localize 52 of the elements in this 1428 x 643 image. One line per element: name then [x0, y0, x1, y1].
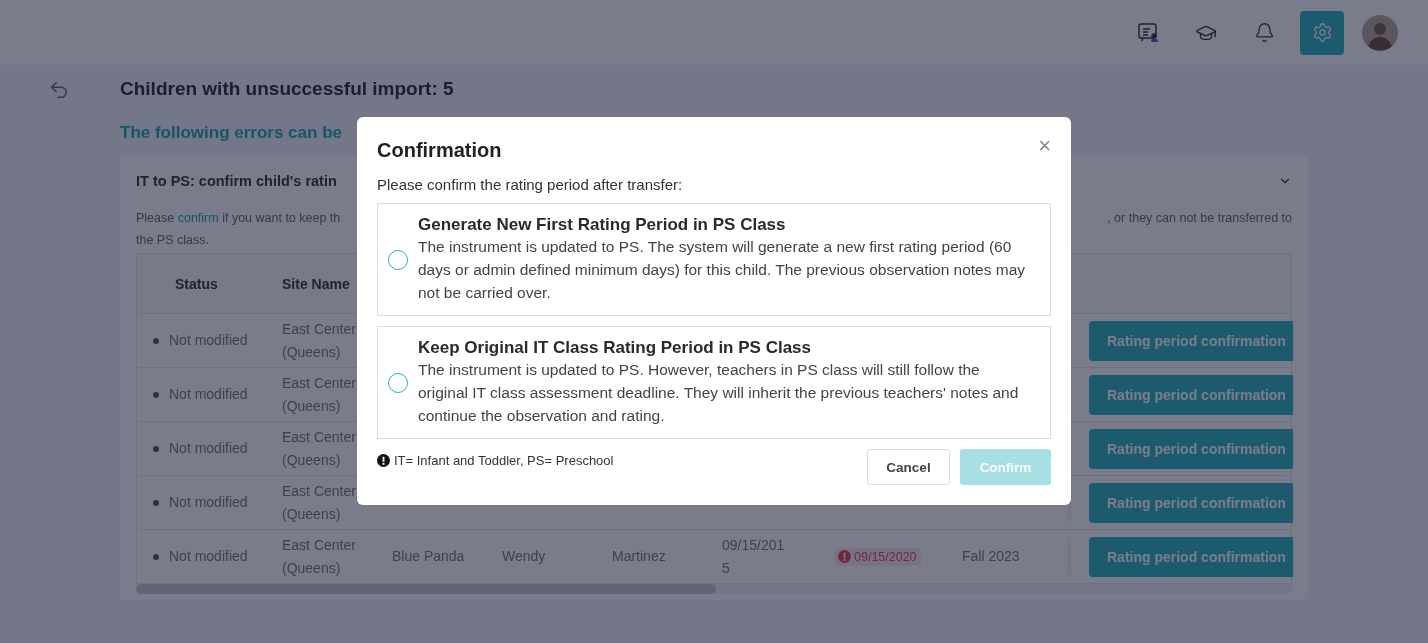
status-dot — [153, 445, 159, 452]
error-badge: 09/15/2020 — [834, 547, 921, 566]
table-cell-text: Wendy — [501, 547, 546, 566]
status-text: Not modified — [169, 439, 248, 458]
description-text: , or they can not be transferred to — [1107, 210, 1292, 227]
page-title: Children with unsuccessful import: 5 — [120, 77, 455, 101]
table-cell-text: East Center (Queens) — [282, 427, 357, 470]
table-cell-text: East Center (Queens) — [282, 481, 357, 524]
table-cell-text: Martinez — [611, 547, 666, 566]
status-text: Not modified — [169, 547, 248, 566]
legend-text: IT= Infant and Toddler, PS= Preschool — [394, 453, 614, 468]
rating-confirmation-button[interactable]: Rating period confirmation — [1089, 536, 1293, 577]
alert-icon — [838, 550, 851, 563]
back-icon[interactable] — [48, 79, 70, 101]
status-dot — [153, 391, 159, 398]
close-button[interactable]: × — [1038, 135, 1051, 157]
info-icon — [377, 454, 390, 467]
status-text: Not modified — [169, 385, 248, 404]
settings-icon[interactable] — [1300, 10, 1344, 55]
column-header: Site Name — [281, 275, 351, 292]
scrollbar[interactable] — [136, 584, 1292, 594]
confirm-link[interactable]: confirm — [177, 211, 219, 225]
description-text: Please confirm if you want to keep th — [136, 210, 341, 227]
column-header: Status — [174, 275, 219, 292]
option-title: Generate New First Rating Period in PS Class — [418, 215, 787, 235]
table-cell-text: East Center (Queens) — [282, 535, 357, 578]
option-card[interactable] — [377, 203, 1051, 316]
avatar[interactable] — [1362, 14, 1398, 51]
section-heading: The following errors can be — [120, 123, 342, 143]
cancel-button[interactable]: Cancel — [867, 449, 950, 485]
option-description: The instrument is updated to PS. However, teachers in PS class will still follow the original IT class assessment deadline. They will inherit the previous teachers' notes and continue the observation and rating. — [418, 360, 1020, 426]
table-cell-text: 09/15/2015 — [721, 535, 786, 578]
table-cell-text: East Center (Queens) — [282, 319, 357, 362]
status-text: Not modified — [169, 493, 248, 512]
option-card[interactable] — [377, 326, 1051, 439]
card-title: IT to PS: confirm child's ratin — [136, 173, 337, 189]
table-cell-text: Fall 2023 — [961, 547, 1020, 566]
status-text: Not modified — [169, 331, 248, 350]
dialog-prompt: Please confirm the rating period after transfer: — [377, 176, 684, 193]
rating-confirmation-button[interactable]: Rating period confirmation — [1089, 428, 1293, 469]
table-cell-text: Blue Panda — [391, 547, 465, 566]
status-dot — [153, 499, 159, 506]
option-title: Keep Original IT Class Rating Period in PS Class — [418, 338, 812, 358]
description-text: the PS class. — [136, 233, 209, 247]
status-dot — [153, 337, 159, 344]
status-dot — [153, 553, 159, 560]
rating-confirmation-button[interactable]: Rating period confirmation — [1089, 374, 1293, 415]
rating-confirmation-button[interactable]: Rating period confirmation — [1089, 482, 1293, 523]
rating-confirmation-button[interactable]: Rating period confirmation — [1089, 320, 1293, 361]
option-description: The instrument is updated to PS. The system will generate a new first rating period (60 days or admin defined minimum days) for this child. The previous observation notes may not be carried over. — [418, 237, 1027, 303]
dialog-title: Confirmation — [377, 139, 502, 162]
table-cell-text: East Center (Queens) — [282, 373, 357, 416]
